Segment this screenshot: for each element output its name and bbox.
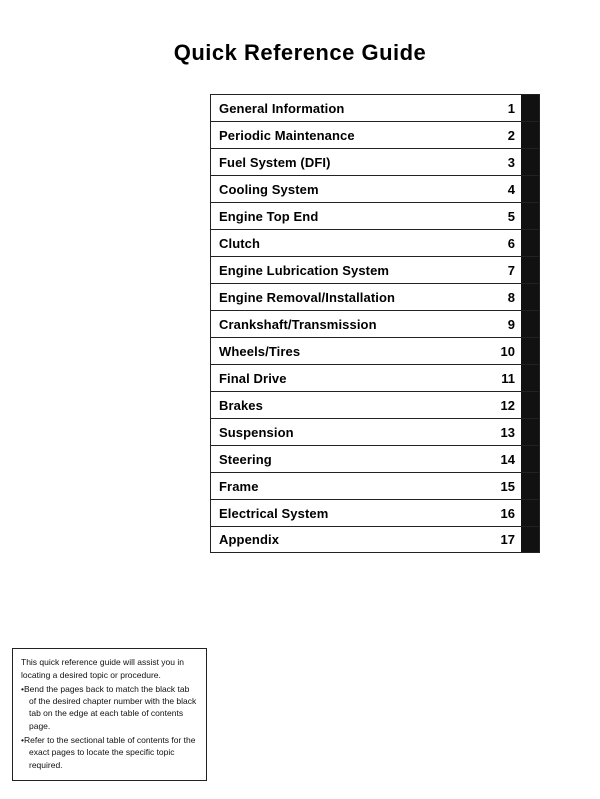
row-label: Fuel System (DFI) bbox=[211, 155, 493, 170]
row-number: 13 bbox=[493, 425, 521, 440]
table-row[interactable]: General Information1 bbox=[210, 94, 540, 121]
table-row[interactable]: Periodic Maintenance2 bbox=[210, 121, 540, 148]
table-row[interactable]: Engine Removal/Installation8 bbox=[210, 283, 540, 310]
note-line3: •Refer to the sectional table of content… bbox=[21, 734, 198, 771]
row-tab bbox=[521, 230, 539, 256]
table-row[interactable]: Engine Top End5 bbox=[210, 202, 540, 229]
row-tab bbox=[521, 365, 539, 391]
row-tab bbox=[521, 149, 539, 175]
row-number: 15 bbox=[493, 479, 521, 494]
row-number: 7 bbox=[493, 263, 521, 278]
row-number: 9 bbox=[493, 317, 521, 332]
table-row[interactable]: Wheels/Tires10 bbox=[210, 337, 540, 364]
row-number: 17 bbox=[493, 532, 521, 547]
row-label: Crankshaft/Transmission bbox=[211, 317, 493, 332]
row-label: Final Drive bbox=[211, 371, 493, 386]
row-number: 11 bbox=[493, 371, 521, 386]
page-title: Quick Reference Guide bbox=[0, 40, 600, 66]
row-tab bbox=[521, 392, 539, 418]
table-row[interactable]: Brakes12 bbox=[210, 391, 540, 418]
row-tab bbox=[521, 446, 539, 472]
row-label: Frame bbox=[211, 479, 493, 494]
row-tab bbox=[521, 527, 539, 552]
row-label: Appendix bbox=[211, 532, 493, 547]
row-number: 2 bbox=[493, 128, 521, 143]
row-tab bbox=[521, 203, 539, 229]
note-box: This quick reference guide will assist y… bbox=[12, 648, 207, 781]
row-label: Suspension bbox=[211, 425, 493, 440]
row-label: Wheels/Tires bbox=[211, 344, 493, 359]
row-number: 3 bbox=[493, 155, 521, 170]
row-label: Brakes bbox=[211, 398, 493, 413]
table-row[interactable]: Crankshaft/Transmission9 bbox=[210, 310, 540, 337]
row-number: 8 bbox=[493, 290, 521, 305]
table-row[interactable]: Clutch6 bbox=[210, 229, 540, 256]
table-row[interactable]: Steering14 bbox=[210, 445, 540, 472]
table-row[interactable]: Final Drive11 bbox=[210, 364, 540, 391]
row-label: Periodic Maintenance bbox=[211, 128, 493, 143]
row-label: Engine Top End bbox=[211, 209, 493, 224]
row-tab bbox=[521, 500, 539, 526]
row-tab bbox=[521, 338, 539, 364]
row-tab bbox=[521, 257, 539, 283]
row-label: Electrical System bbox=[211, 506, 493, 521]
row-tab bbox=[521, 95, 539, 121]
row-number: 12 bbox=[493, 398, 521, 413]
table-row[interactable]: Engine Lubrication System7 bbox=[210, 256, 540, 283]
table-row[interactable]: Electrical System16 bbox=[210, 499, 540, 526]
row-number: 4 bbox=[493, 182, 521, 197]
row-tab bbox=[521, 311, 539, 337]
row-label: Clutch bbox=[211, 236, 493, 251]
row-label: Engine Removal/Installation bbox=[211, 290, 493, 305]
row-label: Cooling System bbox=[211, 182, 493, 197]
row-tab bbox=[521, 176, 539, 202]
table-row[interactable]: Suspension13 bbox=[210, 418, 540, 445]
row-label: Steering bbox=[211, 452, 493, 467]
row-tab bbox=[521, 473, 539, 499]
row-tab bbox=[521, 122, 539, 148]
reference-table: General Information1Periodic Maintenance… bbox=[210, 94, 540, 553]
table-row[interactable]: Fuel System (DFI)3 bbox=[210, 148, 540, 175]
row-number: 10 bbox=[493, 344, 521, 359]
table-row[interactable]: Frame15 bbox=[210, 472, 540, 499]
table-row[interactable]: Appendix17 bbox=[210, 526, 540, 553]
page: Quick Reference Guide General Informatio… bbox=[0, 0, 600, 799]
row-number: 14 bbox=[493, 452, 521, 467]
note-line2: •Bend the pages back to match the black … bbox=[21, 683, 198, 732]
row-number: 6 bbox=[493, 236, 521, 251]
table-row[interactable]: Cooling System4 bbox=[210, 175, 540, 202]
row-label: General Information bbox=[211, 101, 493, 116]
row-tab bbox=[521, 284, 539, 310]
note-line1: This quick reference guide will assist y… bbox=[21, 656, 198, 681]
row-number: 1 bbox=[493, 101, 521, 116]
row-number: 16 bbox=[493, 506, 521, 521]
row-tab bbox=[521, 419, 539, 445]
row-number: 5 bbox=[493, 209, 521, 224]
row-label: Engine Lubrication System bbox=[211, 263, 493, 278]
